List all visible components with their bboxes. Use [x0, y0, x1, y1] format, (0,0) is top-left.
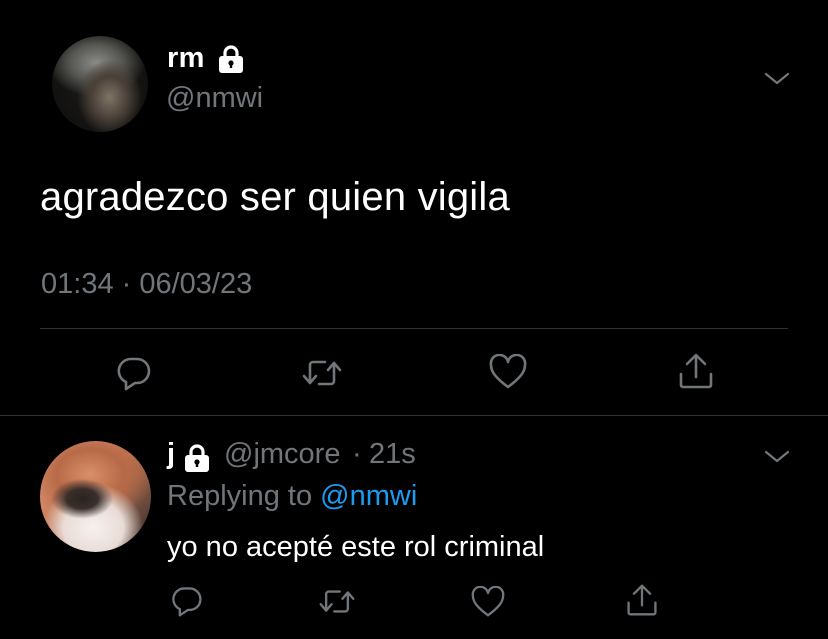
author-handle[interactable]: @nmwi	[166, 82, 263, 115]
reply-author-name[interactable]: j	[167, 438, 175, 471]
replying-to-label: Replying to	[167, 480, 313, 512]
reply-time[interactable]: 21s	[369, 438, 416, 471]
tweet-text: agradezco ser quien vigila	[40, 175, 510, 219]
author-name[interactable]: rm	[167, 42, 205, 75]
chevron-down-icon[interactable]	[763, 446, 791, 466]
like-icon[interactable]	[488, 354, 528, 390]
reply-icon[interactable]	[170, 584, 204, 618]
share-icon[interactable]	[624, 583, 660, 617]
share-icon[interactable]	[676, 352, 716, 390]
replying-to-line: Replying to @nmwi	[167, 480, 417, 513]
reply-text: yo no acepté este rol criminal	[167, 531, 545, 563]
separator-dot: ·	[352, 438, 362, 470]
replying-to-link[interactable]: @nmwi	[320, 480, 417, 512]
lock-icon	[217, 44, 245, 74]
author-avatar[interactable]	[52, 36, 148, 132]
reply-author-avatar[interactable]	[40, 441, 151, 552]
chevron-down-icon[interactable]	[763, 68, 791, 88]
reply-author-handle[interactable]: @jmcore	[224, 438, 340, 471]
retweet-icon[interactable]	[301, 356, 343, 390]
divider	[40, 328, 788, 329]
like-icon[interactable]	[470, 586, 506, 618]
retweet-icon[interactable]	[318, 586, 356, 617]
divider	[0, 415, 828, 416]
tweet-timestamp[interactable]: 01:34 · 06/03/23	[41, 268, 252, 301]
reply-icon[interactable]	[115, 354, 153, 392]
lock-icon	[182, 443, 212, 473]
